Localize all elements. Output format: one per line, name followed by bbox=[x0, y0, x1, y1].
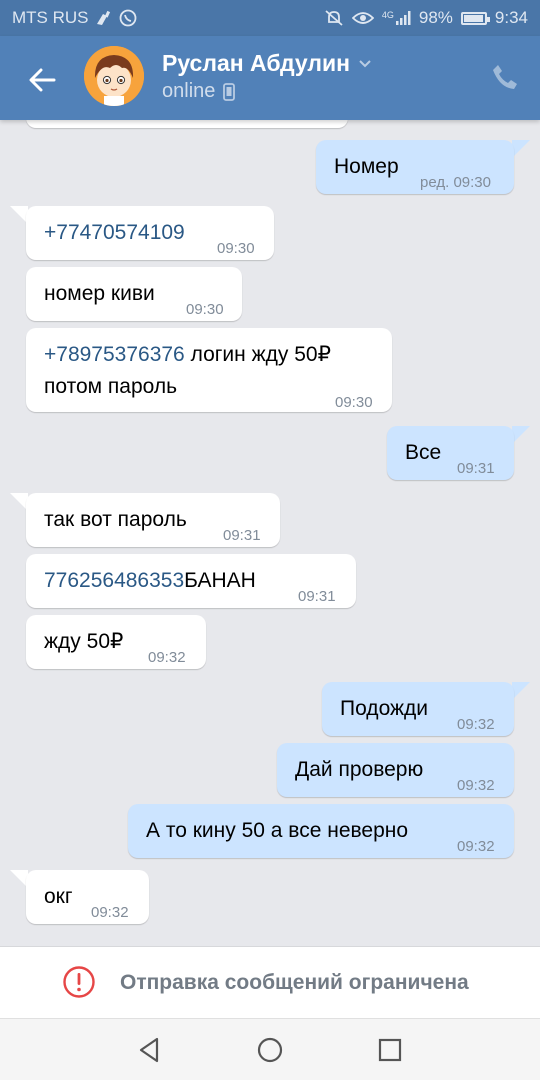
mobile-icon bbox=[223, 82, 236, 101]
chat-header: Руслан Абдулин online bbox=[0, 36, 540, 120]
nav-back-icon[interactable] bbox=[135, 1035, 165, 1065]
message-text-rest: логин жду 50₽ bbox=[184, 343, 331, 366]
system-navigation-bar bbox=[0, 1018, 540, 1080]
arrow-left-icon bbox=[29, 68, 56, 92]
message-time: 09:30 bbox=[217, 240, 255, 257]
message-bubble[interactable]: Дай проверю 09:32 bbox=[277, 743, 514, 797]
cleaner-icon bbox=[95, 10, 113, 26]
back-button[interactable] bbox=[22, 60, 62, 100]
message-bubble[interactable]: так вот пароль 09:31 bbox=[26, 493, 280, 547]
signal-icon: 4G bbox=[382, 10, 411, 26]
message-bubble[interactable]: номер киви 09:30 bbox=[26, 267, 242, 321]
message-time: 09:32 bbox=[457, 716, 495, 733]
message-time: 09:30 bbox=[186, 301, 224, 318]
phone-link[interactable]: +78975376376 bbox=[44, 343, 185, 366]
phone-icon bbox=[493, 65, 517, 89]
message-text: А то кину 50 а все неверно bbox=[146, 819, 409, 842]
status-bar: MTS RUS 4G 98% 9:34 bbox=[0, 0, 540, 36]
exclamation-circle-icon bbox=[63, 966, 95, 998]
message-bubble[interactable]: А то кину 50 а все неверно 09:32 bbox=[128, 804, 514, 858]
message-bubble[interactable]: +78975376376 логин жду 50₽ потом пароль … bbox=[26, 328, 392, 412]
nav-recents-icon[interactable] bbox=[375, 1035, 405, 1065]
avatar[interactable] bbox=[84, 46, 144, 106]
message-time: ред. 09:30 bbox=[420, 174, 491, 191]
restriction-text: Отправка сообщений ограничена bbox=[120, 971, 469, 994]
status-text: online bbox=[162, 80, 216, 102]
chevron-down-icon bbox=[359, 59, 371, 67]
message-text: номер киви bbox=[44, 282, 155, 305]
message-text-rest: БАНАН bbox=[184, 569, 256, 592]
message-bubble[interactable]: 776256486353БАНАН 09:31 bbox=[26, 554, 356, 608]
message-time: 09:32 bbox=[457, 838, 495, 855]
bubble-tail bbox=[512, 426, 530, 444]
phone-link[interactable]: +77470574109 bbox=[44, 218, 185, 248]
message-text: 776256486353БАНАН bbox=[44, 566, 256, 596]
message-bubble[interactable]: Номер ред. 09:30 bbox=[316, 140, 514, 194]
message-time: 09:31 bbox=[457, 460, 495, 477]
clock: 9:34 bbox=[494, 8, 528, 27]
viber-icon bbox=[119, 9, 137, 27]
message-bubble-partial bbox=[26, 120, 348, 128]
message-text: Номер bbox=[334, 155, 399, 178]
message-time: 09:31 bbox=[298, 588, 336, 605]
message-text: Подожди bbox=[340, 697, 429, 720]
network-label: 4G bbox=[381, 10, 394, 20]
carrier-label: MTS RUS bbox=[12, 8, 89, 27]
contact-status: online bbox=[162, 80, 236, 103]
message-time: 09:32 bbox=[148, 649, 186, 666]
mute-icon bbox=[324, 9, 344, 27]
bubble-tail bbox=[512, 140, 530, 158]
bubble-tail bbox=[512, 682, 530, 700]
message-time: 09:31 bbox=[223, 527, 261, 544]
message-text: Дай проверю bbox=[295, 758, 424, 781]
nav-home-icon[interactable] bbox=[255, 1035, 285, 1065]
message-bubble[interactable]: Подожди 09:32 bbox=[322, 682, 514, 736]
message-text: окг bbox=[44, 885, 73, 908]
message-text: +78975376376 логин жду 50₽ bbox=[44, 340, 331, 370]
eye-icon bbox=[351, 10, 374, 26]
message-bubble[interactable]: Все 09:31 bbox=[387, 426, 514, 480]
message-bubble[interactable]: окг 09:32 bbox=[26, 870, 149, 924]
number-link[interactable]: 776256486353 bbox=[44, 569, 184, 592]
battery-percent: 98% bbox=[418, 8, 453, 27]
message-text: так вот пароль bbox=[44, 508, 187, 531]
message-list[interactable]: Номер ред. 09:30 +77470574109 09:30 номе… bbox=[0, 120, 540, 946]
messaging-restricted-bar: Отправка сообщений ограничена bbox=[0, 946, 540, 1018]
call-button[interactable] bbox=[490, 62, 520, 92]
contact-name-button[interactable]: Руслан Абдулин bbox=[162, 50, 372, 77]
message-bubble[interactable]: +77470574109 09:30 bbox=[26, 206, 274, 260]
message-bubble[interactable]: жду 50₽ 09:32 bbox=[26, 615, 206, 669]
battery-icon bbox=[460, 11, 490, 25]
message-time: 09:32 bbox=[91, 904, 129, 921]
contact-name: Руслан Абдулин bbox=[162, 50, 350, 76]
message-text: Все bbox=[405, 441, 442, 464]
message-text: жду 50₽ bbox=[44, 630, 124, 653]
message-time: 09:32 bbox=[457, 777, 495, 794]
message-time: 09:30 bbox=[335, 394, 373, 411]
message-text-line2: потом пароль bbox=[44, 375, 178, 398]
